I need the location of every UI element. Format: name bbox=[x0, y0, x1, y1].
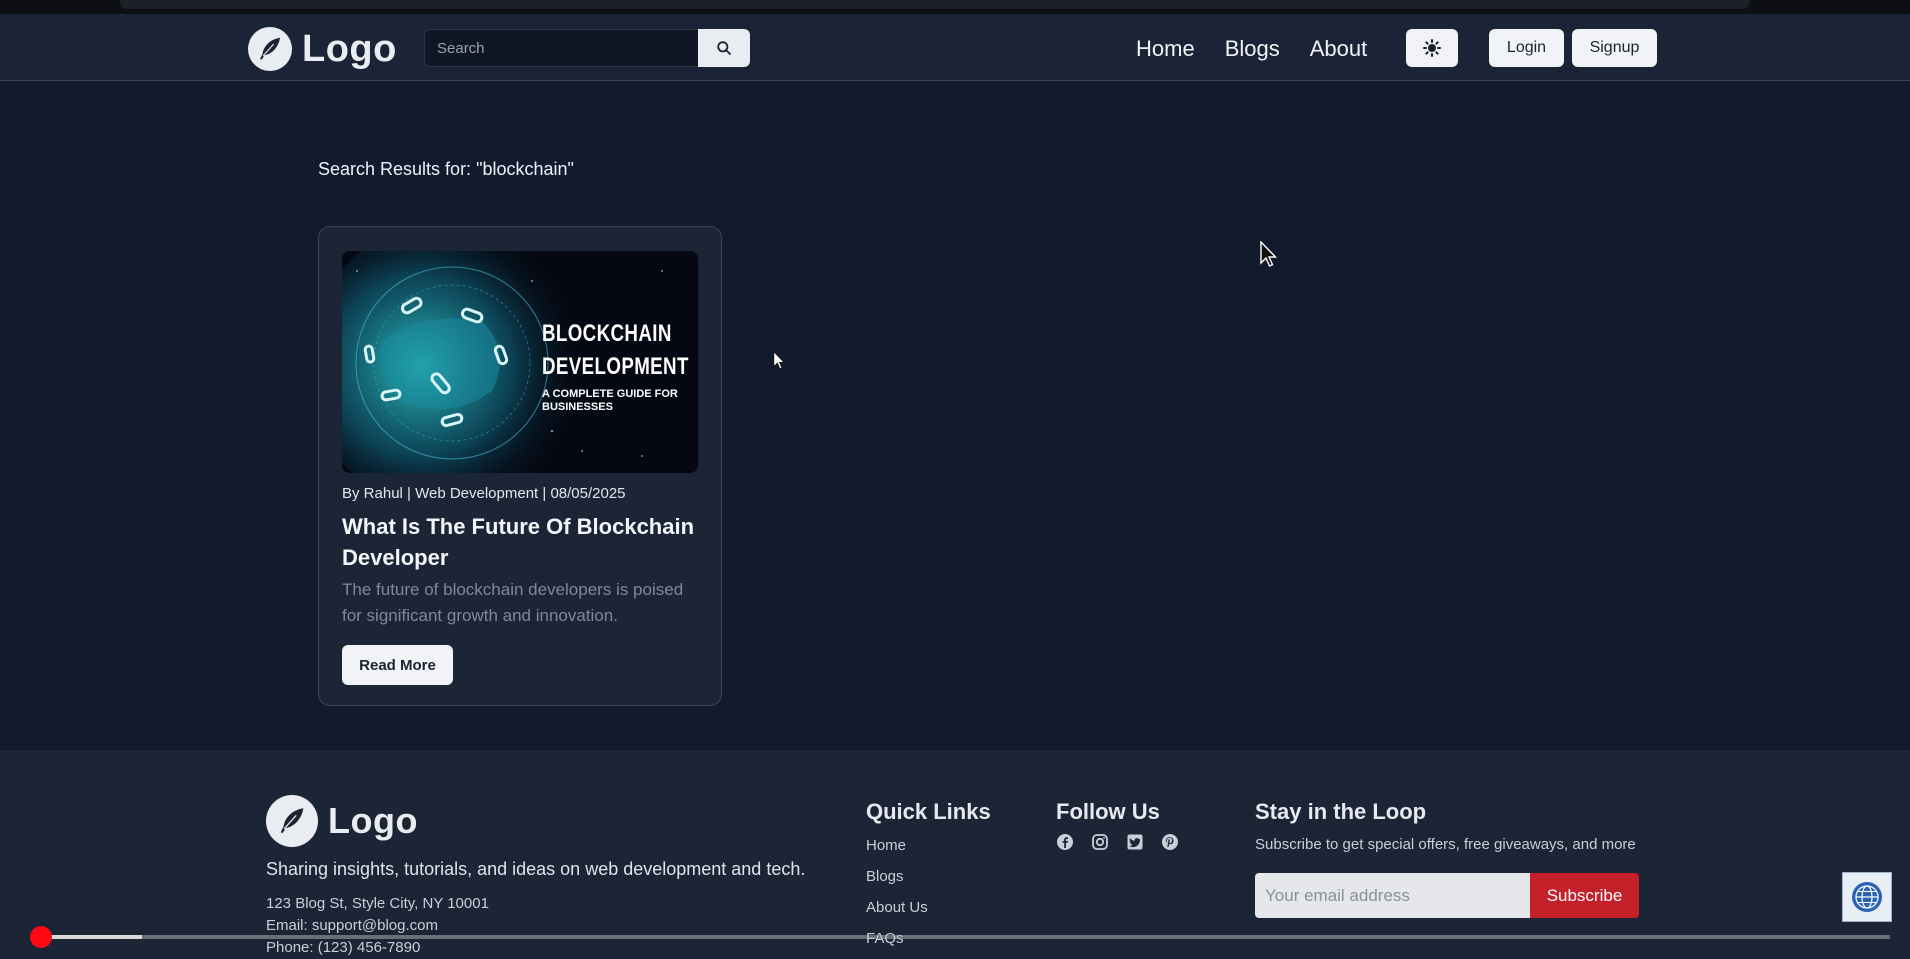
nav-link-home[interactable]: Home bbox=[1136, 36, 1195, 62]
search-icon bbox=[717, 41, 731, 55]
sun-icon bbox=[1423, 39, 1441, 57]
theme-toggle-button[interactable] bbox=[1406, 29, 1458, 67]
quick-links-heading: Quick Links bbox=[866, 799, 991, 824]
footer-phone: Phone: (123) 456-7890 bbox=[266, 939, 421, 956]
mouse-cursor-icon bbox=[773, 351, 786, 370]
blog-card-image-subtitle: A COMPLETE GUIDE FOR BUSINESSES bbox=[542, 388, 678, 413]
footer-email: Email: support@blog.com bbox=[266, 917, 438, 934]
follow-us-heading: Follow Us bbox=[1056, 799, 1160, 824]
browser-chrome bbox=[0, 0, 1910, 14]
login-button[interactable]: Login bbox=[1489, 29, 1564, 67]
search-results-heading: Search Results for: "blockchain" bbox=[318, 159, 574, 179]
newsletter-subtext: Subscribe to get special offers, free gi… bbox=[1255, 836, 1636, 853]
blog-card-title[interactable]: What Is The Future Of Blockchain Develop… bbox=[342, 511, 702, 573]
page: Logo Home Blogs About bbox=[0, 0, 1910, 959]
nav-link-blogs[interactable]: Blogs bbox=[1225, 36, 1280, 62]
footer-link-about-us[interactable]: About Us bbox=[866, 899, 928, 916]
footer-address: 123 Blog St, Style City, NY 10001 bbox=[266, 895, 489, 912]
subscribe-button[interactable]: Subscribe bbox=[1530, 873, 1639, 918]
blog-card-image[interactable]: BLOCKCHAIN DEVELOPMENT A COMPLETE GUIDE … bbox=[342, 251, 698, 473]
facebook-icon[interactable] bbox=[1056, 833, 1074, 851]
footer-logo[interactable]: Logo bbox=[266, 795, 418, 847]
footer: Logo Sharing insights, tutorials, and id… bbox=[0, 750, 1910, 959]
browser-address-bar bbox=[120, 0, 1750, 9]
stay-in-loop-heading: Stay in the Loop bbox=[1255, 799, 1427, 824]
search-form bbox=[424, 29, 750, 67]
globe-badge-icon[interactable] bbox=[1842, 872, 1892, 922]
footer-link-blogs[interactable]: Blogs bbox=[866, 868, 904, 885]
blog-card-image-title: BLOCKCHAIN DEVELOPMENT bbox=[542, 320, 689, 380]
read-more-button[interactable]: Read More bbox=[342, 645, 453, 685]
video-progress-handle[interactable] bbox=[30, 926, 52, 948]
logo-text: Logo bbox=[302, 27, 397, 70]
feather-icon bbox=[266, 795, 318, 847]
pinterest-icon[interactable] bbox=[1161, 833, 1179, 851]
signup-button[interactable]: Signup bbox=[1572, 29, 1657, 67]
navbar-logo[interactable]: Logo bbox=[248, 27, 397, 71]
newsletter-email-input[interactable] bbox=[1255, 873, 1530, 918]
footer-tagline: Sharing insights, tutorials, and ideas o… bbox=[266, 859, 806, 879]
feather-icon bbox=[248, 27, 292, 71]
nav-links: Home Blogs About bbox=[1136, 36, 1367, 62]
blog-card-description: The future of blockchain developers is p… bbox=[342, 580, 684, 625]
footer-logo-text: Logo bbox=[328, 800, 418, 841]
search-button[interactable] bbox=[698, 29, 750, 67]
instagram-icon[interactable] bbox=[1091, 833, 1109, 851]
video-progress-buffered bbox=[40, 935, 142, 939]
twitter-icon[interactable] bbox=[1126, 833, 1144, 851]
search-input[interactable] bbox=[424, 29, 698, 67]
blog-card-meta: By Rahul | Web Development | 08/05/2025 bbox=[342, 485, 626, 502]
mouse-cursor-icon bbox=[1260, 241, 1278, 267]
footer-link-home[interactable]: Home bbox=[866, 837, 906, 854]
blog-card: BLOCKCHAIN DEVELOPMENT A COMPLETE GUIDE … bbox=[318, 226, 722, 706]
navbar: Logo Home Blogs About bbox=[0, 14, 1910, 81]
nav-link-about[interactable]: About bbox=[1310, 36, 1368, 62]
video-progress-bar[interactable] bbox=[40, 935, 1890, 939]
